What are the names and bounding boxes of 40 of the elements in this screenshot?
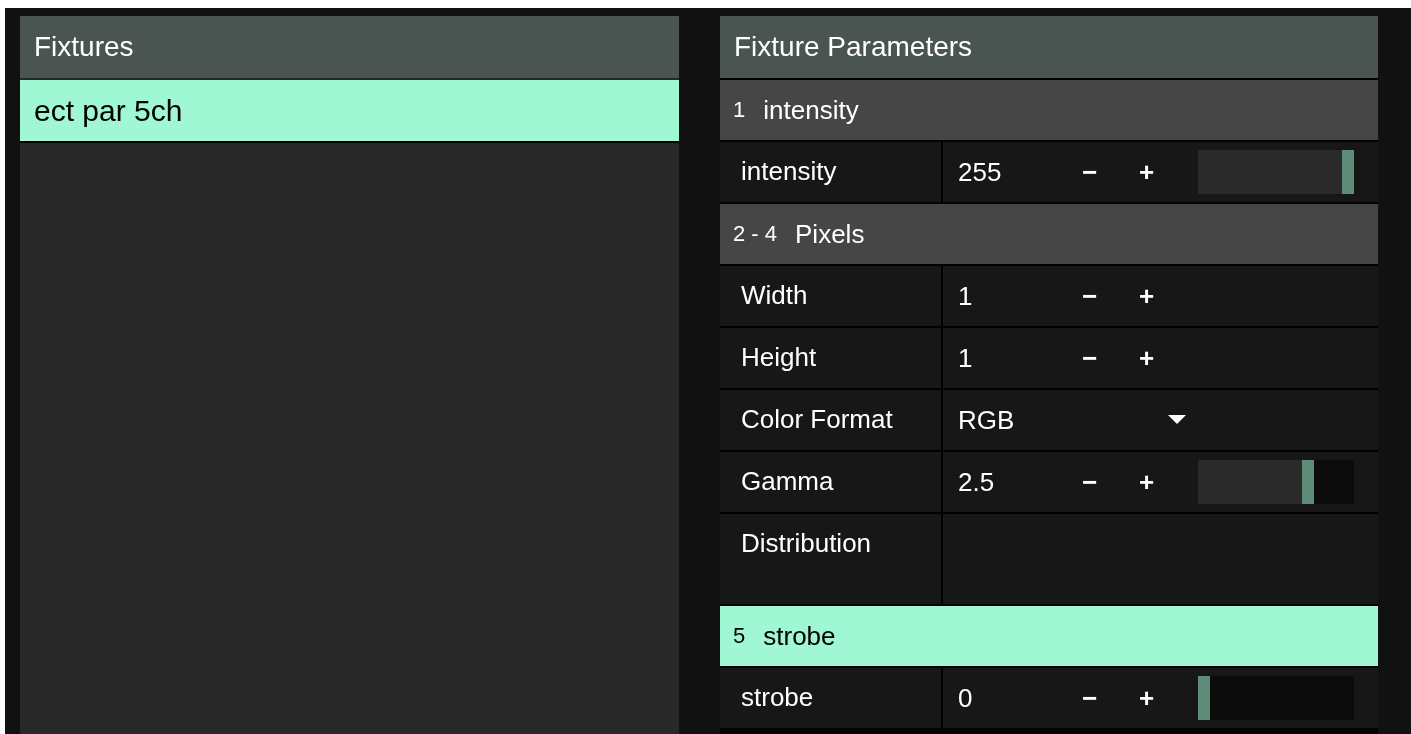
increment-button[interactable]: +: [1139, 342, 1196, 374]
fixture-item[interactable]: ect par 5ch: [20, 80, 679, 143]
panel-title: Fixture Parameters: [720, 16, 1378, 78]
value-field[interactable]: 2.5: [958, 466, 1082, 498]
increment-button[interactable]: +: [1139, 682, 1196, 714]
parameter-label: Color Format: [720, 390, 941, 450]
channel-number: 2 - 4: [733, 221, 778, 247]
increment-button[interactable]: +: [1139, 156, 1196, 188]
group-header[interactable]: 1 intensity: [720, 80, 1378, 140]
decrement-button[interactable]: −: [1082, 280, 1139, 312]
increment-button[interactable]: +: [1139, 280, 1196, 312]
slider-track[interactable]: [1198, 676, 1354, 720]
parameter-label: strobe: [720, 668, 941, 728]
channel-number: 5: [733, 623, 746, 649]
parameter-label: Gamma: [720, 452, 941, 512]
value-field[interactable]: 1: [958, 342, 1082, 374]
group-name: Pixels: [795, 218, 865, 250]
slider-track[interactable]: [1198, 460, 1354, 504]
slider-handle[interactable]: [1198, 676, 1210, 720]
parameter-label: Height: [720, 328, 941, 388]
caret-icon[interactable]: [1168, 415, 1186, 425]
slider-handle[interactable]: [1342, 150, 1354, 194]
parameter-label: intensity: [720, 142, 941, 202]
group-header[interactable]: 5 strobe: [720, 606, 1378, 666]
group-header[interactable]: 2 - 4 Pixels: [720, 204, 1378, 264]
parameter-label: Width: [720, 266, 941, 326]
slider-track[interactable]: [1198, 150, 1354, 194]
value-field[interactable]: 255: [958, 156, 1082, 188]
value-field[interactable]: 0: [958, 682, 1082, 714]
group-name: intensity: [763, 94, 859, 126]
panel-title: Fixtures: [20, 16, 679, 78]
group-name: strobe: [763, 620, 836, 652]
decrement-button[interactable]: −: [1082, 466, 1139, 498]
channel-number: 1: [733, 97, 746, 123]
increment-button[interactable]: +: [1139, 466, 1196, 498]
decrement-button[interactable]: −: [1082, 156, 1139, 188]
parameter-label: Distribution: [720, 514, 941, 604]
decrement-button[interactable]: −: [1082, 682, 1139, 714]
value-field[interactable]: 1: [958, 280, 1082, 312]
decrement-button[interactable]: −: [1082, 342, 1139, 374]
